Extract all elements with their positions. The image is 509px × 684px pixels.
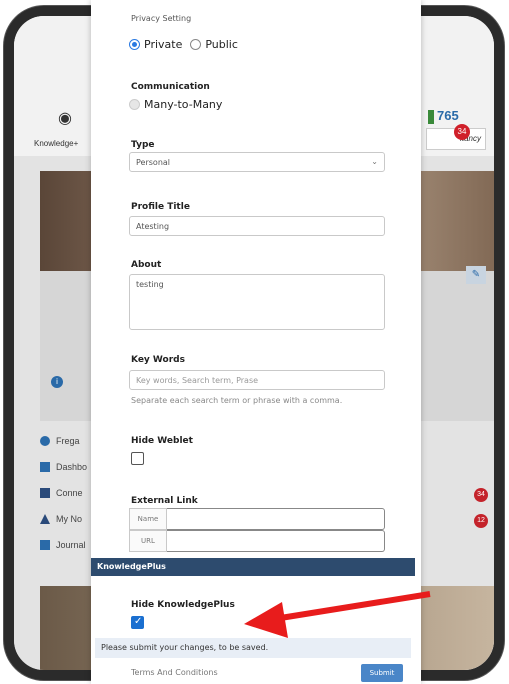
public-radio[interactable] xyxy=(190,39,202,50)
sidebar-item-label: Frega xyxy=(56,436,80,446)
hide-knowledgeplus-label: Hide KnowledgePlus xyxy=(131,600,235,610)
sidebar-item-frega[interactable]: Frega xyxy=(40,428,87,454)
info-icon[interactable]: i xyxy=(51,376,63,388)
about-value: testing xyxy=(136,280,164,289)
private-radio[interactable] xyxy=(129,39,140,50)
edit-profile-modal: Privacy Setting Private Public Communica… xyxy=(91,0,421,684)
keywords-placeholder: Key words, Search term, Prase xyxy=(136,376,259,385)
background-count: 765 xyxy=(437,108,459,123)
journal-icon xyxy=(40,540,50,550)
sidebar-item-notifications[interactable]: My No xyxy=(40,506,87,532)
connections-badge: 34 xyxy=(474,488,488,502)
external-link-name-row: Name xyxy=(129,508,385,530)
many-to-many-radio[interactable] xyxy=(129,99,140,110)
sidebar-item-label: My No xyxy=(56,514,83,524)
keywords-input[interactable]: Key words, Search term, Prase xyxy=(129,370,385,390)
count-indicator xyxy=(428,110,434,124)
profile-title-value: Atesting xyxy=(136,222,170,231)
hide-weblet-label: Hide Weblet xyxy=(131,436,193,446)
chevron-down-icon: ⌄ xyxy=(371,157,378,166)
knowledgeplus-section-header: KnowledgePlus xyxy=(91,558,415,576)
type-value: Personal xyxy=(136,158,171,167)
brain-logo-icon: ◉ xyxy=(58,110,72,127)
sidebar-item-label: Dashbo xyxy=(56,462,88,472)
external-link-label: External Link xyxy=(131,496,198,506)
external-link-url-row: URL xyxy=(129,530,385,552)
sidebar-item-dashboard[interactable]: Dashbo xyxy=(40,454,87,480)
submit-button[interactable]: Submit xyxy=(361,664,403,682)
sidebar-menu: Frega Dashbo Conne My No Journal xyxy=(40,428,87,558)
public-label: Public xyxy=(205,38,238,51)
communication-radio-group: Many-to-Many xyxy=(129,98,222,111)
sidebar-item-journal[interactable]: Journal xyxy=(40,532,87,558)
dashboard-icon xyxy=(40,462,50,472)
logo-text: Knowledge+ xyxy=(34,139,79,148)
hide-knowledgeplus-checkbox[interactable] xyxy=(131,616,144,629)
external-link-url-input[interactable] xyxy=(167,530,385,552)
external-link-name-input[interactable] xyxy=(167,508,385,530)
terms-link[interactable]: Terms And Conditions xyxy=(131,668,218,677)
edit-icon[interactable]: ✎ xyxy=(466,266,486,284)
hide-weblet-checkbox[interactable] xyxy=(131,452,144,465)
warning-icon xyxy=(40,514,50,524)
sidebar-item-label: Journal xyxy=(56,540,86,550)
privacy-radio-group: Private Public xyxy=(129,38,238,51)
privacy-label: Privacy Setting xyxy=(131,14,192,23)
submit-notice: Please submit your changes, to be saved. xyxy=(95,638,411,658)
frega-icon xyxy=(40,436,50,446)
about-textarea[interactable]: testing xyxy=(129,274,385,330)
keywords-help: Separate each search term or phrase with… xyxy=(131,396,343,405)
external-link-group: Name URL xyxy=(129,508,385,552)
many-to-many-label: Many-to-Many xyxy=(144,98,223,111)
notifications-badge: 12 xyxy=(474,514,488,528)
sidebar-item-label: Conne xyxy=(56,488,83,498)
private-label: Private xyxy=(144,38,183,51)
type-label: Type xyxy=(131,140,155,150)
keywords-label: Key Words xyxy=(131,355,185,365)
type-select[interactable]: Personal ⌄ xyxy=(129,152,385,172)
profile-title-input[interactable]: Atesting xyxy=(129,216,385,236)
external-link-name-label: Name xyxy=(129,508,167,530)
communication-label: Communication xyxy=(131,82,210,92)
sidebar-item-connections[interactable]: Conne xyxy=(40,480,87,506)
profile-title-label: Profile Title xyxy=(131,202,190,212)
external-link-url-label: URL xyxy=(129,530,167,552)
consultancy-badge: 34 xyxy=(454,124,470,140)
about-label: About xyxy=(131,260,162,270)
connections-icon xyxy=(40,488,50,498)
